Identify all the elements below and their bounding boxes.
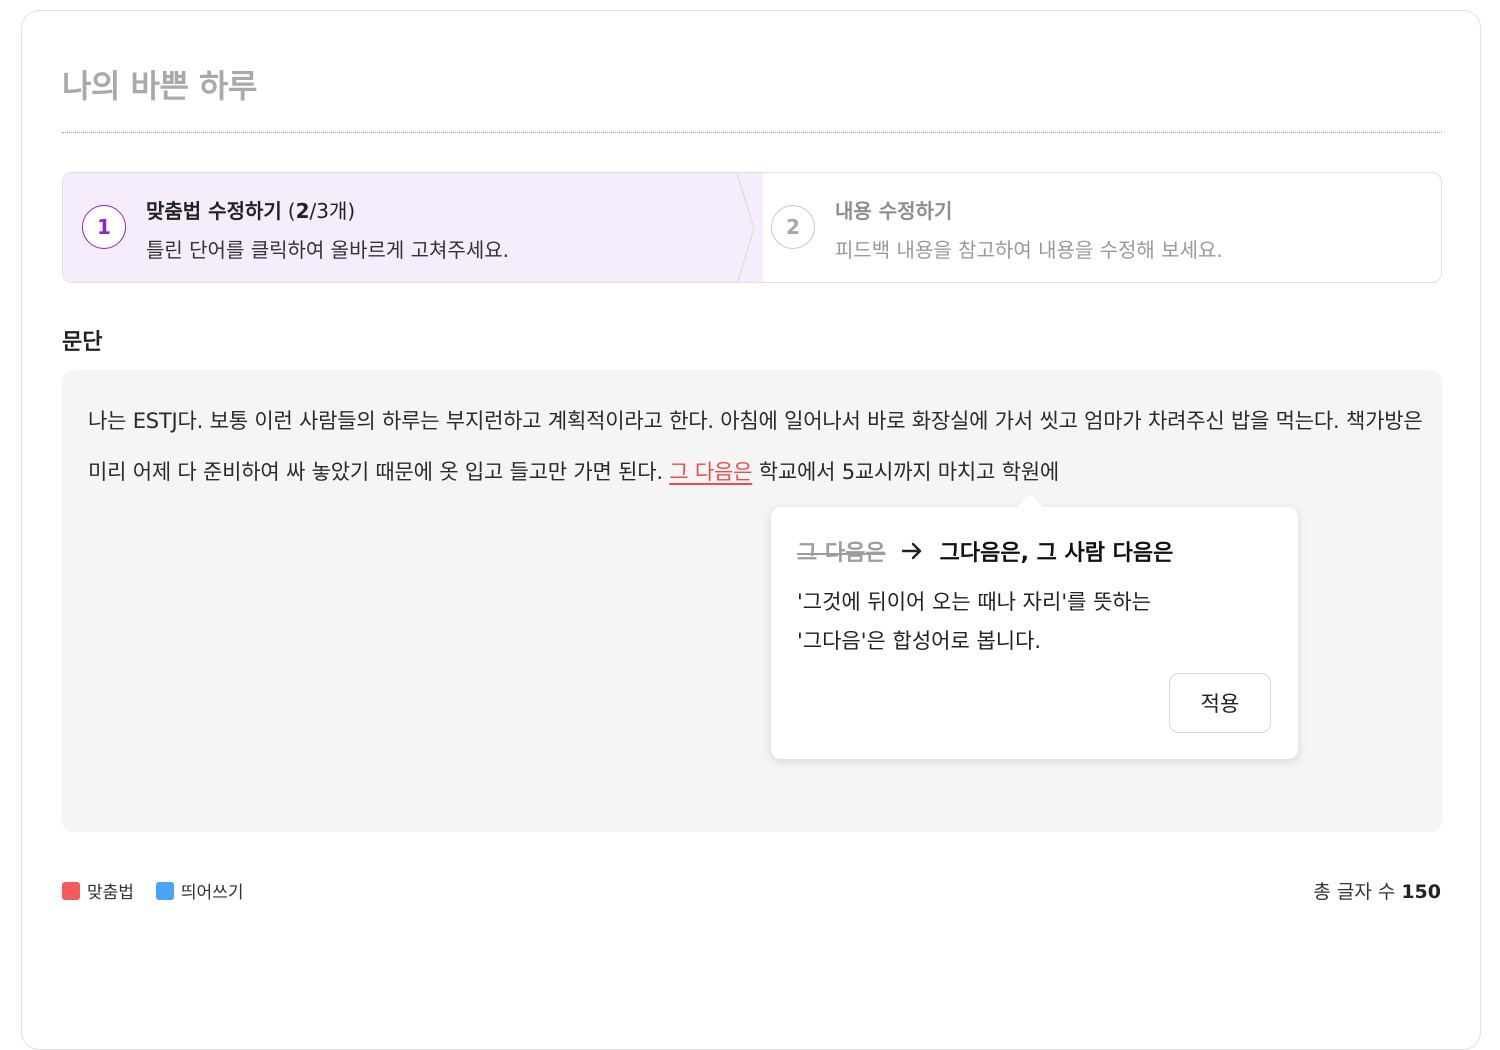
step-1-title: 맞춤법 수정하기 (2/3개): [146, 195, 355, 224]
legend-label-spelling: 맞춤법: [87, 883, 134, 903]
total-character-count: 총 글자 수 150: [1313, 877, 1441, 904]
arrow-right-icon: [901, 542, 921, 560]
page-title: 나의 바쁜 하루: [62, 67, 257, 105]
spacing-swatch: [155, 881, 174, 900]
step-1-panel: [63, 173, 763, 282]
step-1-progress-open: (: [287, 199, 296, 223]
legend: 맞춤법 띄어쓰기: [62, 878, 265, 903]
popover-header: 그 다음은 그다음은, 그 사람 다음은: [797, 535, 1173, 567]
step-1-description: 틀린 단어를 클릭하여 올바르게 고쳐주세요.: [146, 238, 509, 262]
legend-item-spelling: 맞춤법: [62, 878, 134, 903]
apply-button[interactable]: 적용: [1169, 673, 1271, 733]
legend-item-spacing: 띄어쓰기: [155, 878, 244, 903]
spelling-swatch: [62, 881, 80, 900]
popover-description: '그것에 뒤이어 오는 때나 자리'를 뜻하는 '그다음'은 합성어로 봅니다.: [797, 583, 1277, 661]
step-1-progress-done: 2: [295, 199, 310, 223]
step-2-title: 내용 수정하기: [835, 199, 953, 223]
step-1-number: 1: [82, 205, 126, 249]
step-1-progress-rest: /3개): [309, 199, 356, 223]
total-label: 총 글자 수: [1313, 881, 1396, 903]
total-value: 150: [1401, 881, 1441, 903]
paragraph-text: 나는 ESTJ다. 보통 이런 사람들의 하루는 부지런하고 계획적이라고 한다…: [88, 396, 1423, 498]
legend-label-spacing: 띄어쓰기: [180, 883, 244, 903]
paragraph-label: 문단: [62, 330, 103, 355]
spelling-error-word[interactable]: 그 다음은: [669, 460, 752, 484]
step-indicator: 1 맞춤법 수정하기 (2/3개) 틀린 단어를 클릭하여 올바르게 고쳐주세요.…: [62, 172, 1442, 283]
correction-popover: 그 다음은 그다음은, 그 사람 다음은 '그것에 뒤이어 오는 때나 자리'를…: [771, 494, 1298, 759]
step-1-progress: (2/3개): [288, 199, 355, 223]
popover-description-line-2: '그다음'은 합성어로 봅니다.: [797, 629, 1042, 653]
popover-description-line-1: '그것에 뒤이어 오는 때나 자리'를 뜻하는: [797, 590, 1152, 614]
step-2-number: 2: [771, 205, 815, 249]
title-divider: [62, 132, 1442, 133]
popover-wrong-word: 그 다음은: [797, 541, 886, 566]
editor-card: 나의 바쁜 하루 1 맞춤법 수정하기 (2/3개) 틀린 단어를 클릭하여 올바…: [21, 10, 1481, 1050]
popover-suggestion: 그다음은, 그 사람 다음은: [939, 541, 1174, 566]
step-2-description: 피드백 내용을 참고하여 내용을 수정해 보세요.: [835, 238, 1223, 262]
step-1-title-text: 맞춤법 수정하기: [146, 199, 282, 223]
paragraph-text-after: 학교에서 5교시까지 마치고 학원에: [752, 460, 1060, 484]
